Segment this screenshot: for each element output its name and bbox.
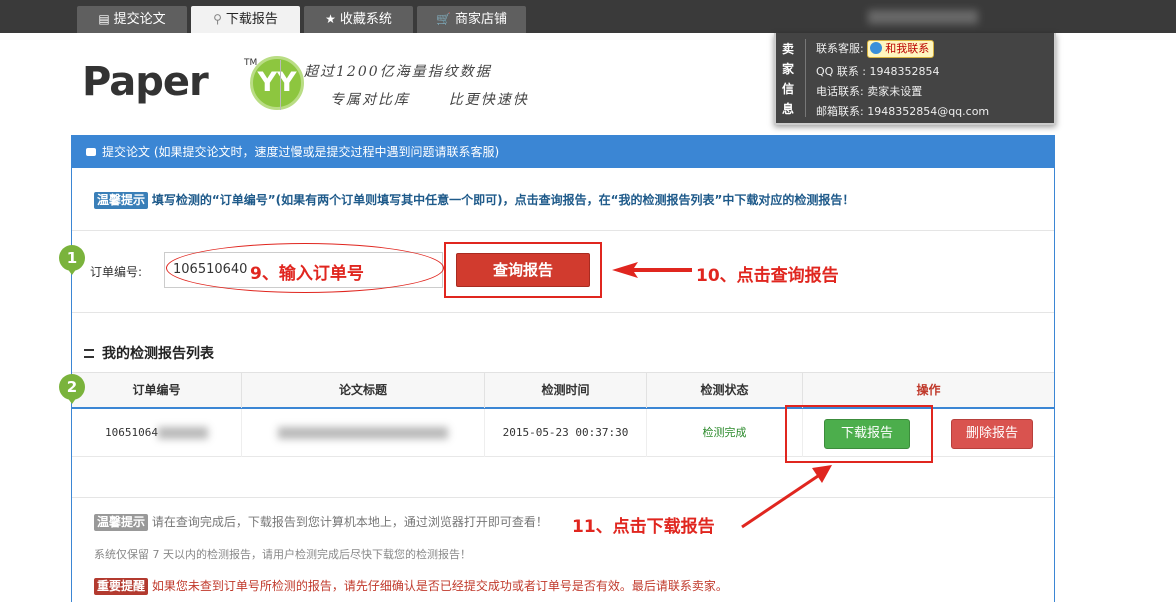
arrow-to-download-button (741, 465, 832, 529)
annotation-arrows (612, 262, 832, 529)
arrow-to-query-button (612, 262, 692, 278)
